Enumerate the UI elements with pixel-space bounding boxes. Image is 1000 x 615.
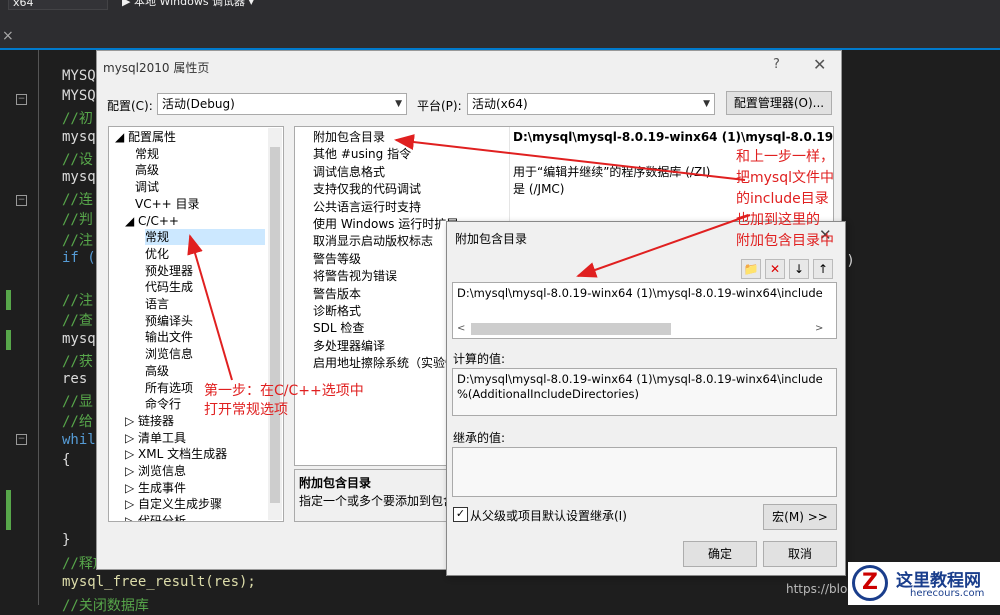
annotation-note: 和上一步一样， 把mysql文件中 的include目录 也加到这里的 附加包含… (736, 147, 842, 252)
site-logo: Z 这里教程网 herecours.com (848, 562, 1000, 605)
annotation-arrows (187, 134, 751, 381)
annotation-step1: 第一步：在C/C++选项中 (204, 383, 364, 399)
note-line: 的include目录 (736, 191, 829, 207)
note-line: 也加到这里的 (736, 212, 820, 228)
arrow-to-list (576, 214, 751, 278)
note-line: 附加包含目录中 (736, 233, 834, 249)
note-line: 把mysql文件中 (736, 170, 834, 186)
note-line: 和上一步一样， (736, 149, 834, 165)
arrow-step1 (187, 234, 233, 381)
arrow-to-grid (394, 134, 746, 181)
logo-icon: Z (852, 565, 888, 601)
logo-url: herecours.com (910, 588, 985, 599)
annotation-step1: 打开常规选项 (204, 402, 288, 418)
